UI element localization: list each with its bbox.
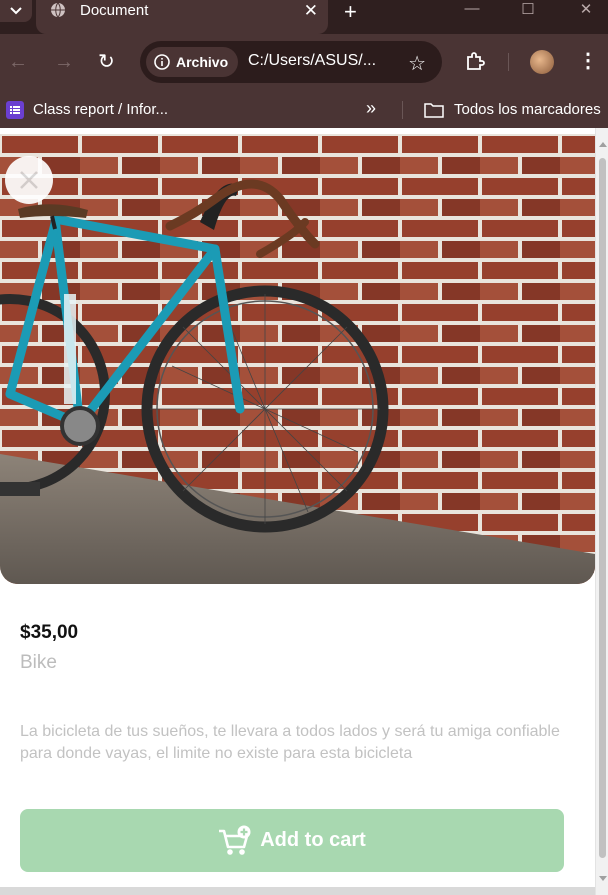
cart-plus-icon <box>219 825 251 855</box>
tab-document[interactable]: Document ✕ <box>36 0 328 34</box>
close-icon <box>20 171 38 189</box>
puzzle-icon[interactable] <box>464 50 486 72</box>
minimize-button[interactable]: — <box>452 0 492 22</box>
browser-toolbar: ← → ↻ Archivo C:/Users/ASUS/... ☆ ⋮ <box>0 34 608 92</box>
product-name: Bike <box>20 652 57 673</box>
bookmark-list-icon <box>6 101 24 119</box>
product-price: $35,00 <box>20 622 79 643</box>
site-info-chip[interactable]: Archivo <box>146 47 238 77</box>
chevron-down-icon <box>10 7 22 15</box>
close-icon[interactable]: ✕ <box>304 1 318 21</box>
page-content: $35,00 Bike La bicicleta de tus sueños, … <box>0 128 595 895</box>
scroll-up-arrow[interactable] <box>599 142 607 147</box>
tab-strip: Document ✕ + — ☐ ✕ <box>0 0 608 34</box>
site-chip-label: Archivo <box>176 54 229 70</box>
scroll-down-arrow[interactable] <box>599 876 607 881</box>
bookmarks-bar: Class report / Infor... » Todos los marc… <box>0 92 608 128</box>
bottom-bar <box>0 887 595 895</box>
maximize-button[interactable]: ☐ <box>508 0 548 22</box>
folder-icon <box>424 103 444 118</box>
bookmark-class-report[interactable]: Class report / Infor... <box>33 101 168 118</box>
close-button[interactable] <box>5 156 53 204</box>
toolbar-divider <box>508 53 509 71</box>
globe-icon <box>51 2 65 18</box>
star-icon[interactable]: ☆ <box>408 51 426 76</box>
tab-title: Document <box>80 2 149 19</box>
back-icon[interactable]: ← <box>8 52 28 72</box>
product-image <box>0 134 595 584</box>
url-text[interactable]: C:/Users/ASUS/... <box>248 52 376 70</box>
add-to-cart-button[interactable]: Add to cart <box>20 809 564 872</box>
forward-icon[interactable]: → <box>54 52 74 72</box>
all-bookmarks-button[interactable]: Todos los marcadores <box>454 101 601 118</box>
avatar[interactable] <box>530 50 554 74</box>
add-to-cart-label: Add to cart <box>260 829 366 851</box>
bookmarks-divider <box>402 101 403 119</box>
menu-icon[interactable]: ⋮ <box>578 48 598 73</box>
info-icon <box>154 54 170 70</box>
product-description: La bicicleta de tus sueños, te llevara a… <box>20 723 560 762</box>
page-scrollbar[interactable] <box>595 128 608 895</box>
scroll-thumb[interactable] <box>599 158 606 858</box>
bike-photo <box>0 134 595 584</box>
address-bar[interactable]: Archivo C:/Users/ASUS/... ☆ <box>140 41 442 83</box>
new-tab-button[interactable]: + <box>344 0 357 25</box>
reload-icon[interactable]: ↻ <box>98 52 115 72</box>
tab-search-button[interactable] <box>0 0 32 22</box>
window-close-button[interactable]: ✕ <box>566 0 606 22</box>
bookmarks-overflow-icon[interactable]: » <box>366 98 376 119</box>
